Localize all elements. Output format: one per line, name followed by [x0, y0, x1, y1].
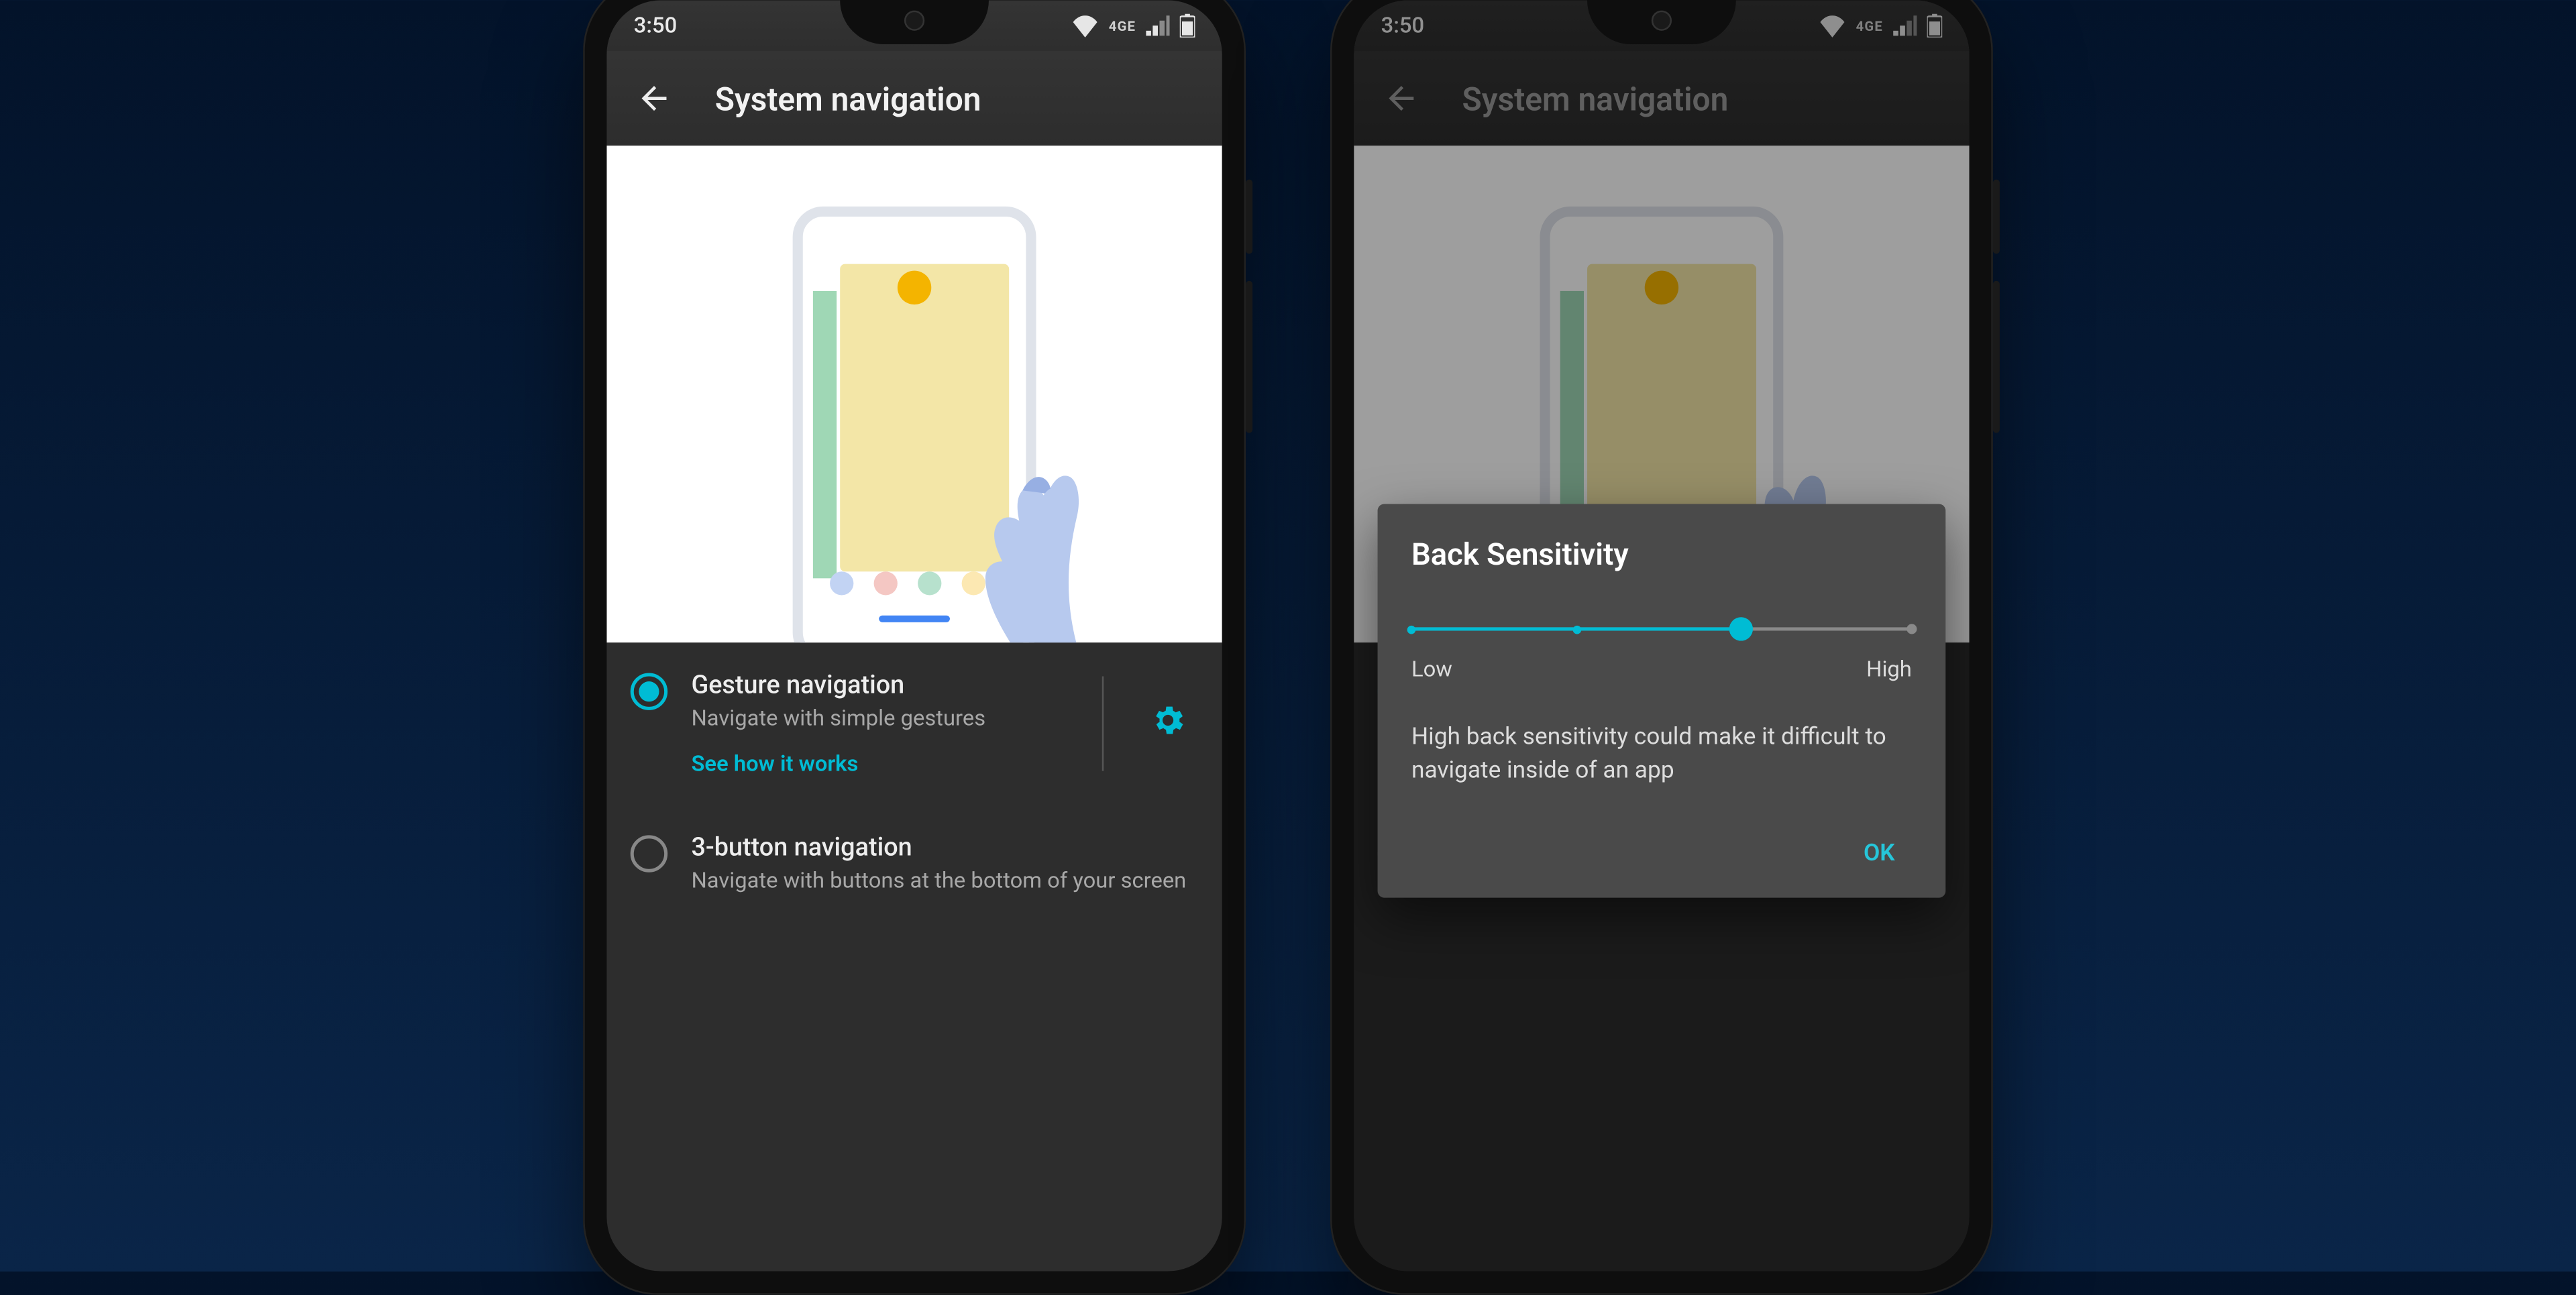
phone-left: 3:50 4GE [583, 0, 1246, 1295]
sensitivity-slider[interactable] [1411, 614, 1912, 644]
option-title: Gesture navigation [691, 669, 1068, 699]
dialog-title: Back Sensitivity [1411, 538, 1912, 573]
slider-high-label: High [1866, 658, 1912, 683]
gear-icon [1149, 701, 1186, 746]
notch [840, 0, 989, 44]
notch [1587, 0, 1736, 44]
phone-side-button [1246, 180, 1252, 254]
network-label: 4GE [1109, 18, 1136, 34]
divider [1102, 676, 1104, 771]
hand-icon [921, 328, 1158, 642]
phone-side-button [1993, 180, 2000, 254]
radio-gesture[interactable] [631, 673, 667, 710]
see-how-link[interactable]: See how it works [691, 752, 1068, 777]
phone-volume-button [1246, 281, 1252, 433]
screen: 3:50 4GE [606, 0, 1222, 1271]
page-title: System navigation [715, 79, 981, 118]
wifi-icon [1071, 15, 1098, 37]
phone-right: 3:50 4GE [1330, 0, 1993, 1295]
phone-mockup-pair: 3:50 4GE [583, 0, 1993, 1295]
option-gesture-navigation[interactable]: Gesture navigation Navigate with simple … [606, 642, 1222, 804]
signal-icon [1146, 15, 1169, 36]
battery-icon [1180, 14, 1195, 38]
option-3-button-navigation[interactable]: 3-button navigation Navigate with button… [606, 804, 1222, 923]
option-subtitle: Navigate with simple gestures [691, 705, 1068, 734]
slider-thumb[interactable] [1730, 617, 1754, 640]
dialog-ok-button[interactable]: OK [1847, 826, 1912, 881]
option-title: 3-button navigation [691, 831, 1198, 861]
radio-3-button[interactable] [631, 834, 667, 871]
gesture-settings-button[interactable] [1138, 693, 1199, 754]
back-sensitivity-dialog: Back Sensitivity Low High High back sens… [1378, 504, 1946, 897]
hero-illustration [606, 146, 1222, 642]
slider-low-label: Low [1411, 658, 1452, 683]
phone-volume-button [1993, 281, 2000, 433]
dialog-message: High back sensitivity could make it diff… [1411, 720, 1912, 789]
option-subtitle: Navigate with buttons at the bottom of y… [691, 866, 1198, 896]
app-bar: System navigation [606, 51, 1222, 146]
back-button[interactable] [624, 68, 685, 129]
status-time: 3:50 [634, 13, 677, 38]
screen: 3:50 4GE [1354, 0, 1969, 1271]
status-icons: 4GE [1071, 14, 1195, 38]
